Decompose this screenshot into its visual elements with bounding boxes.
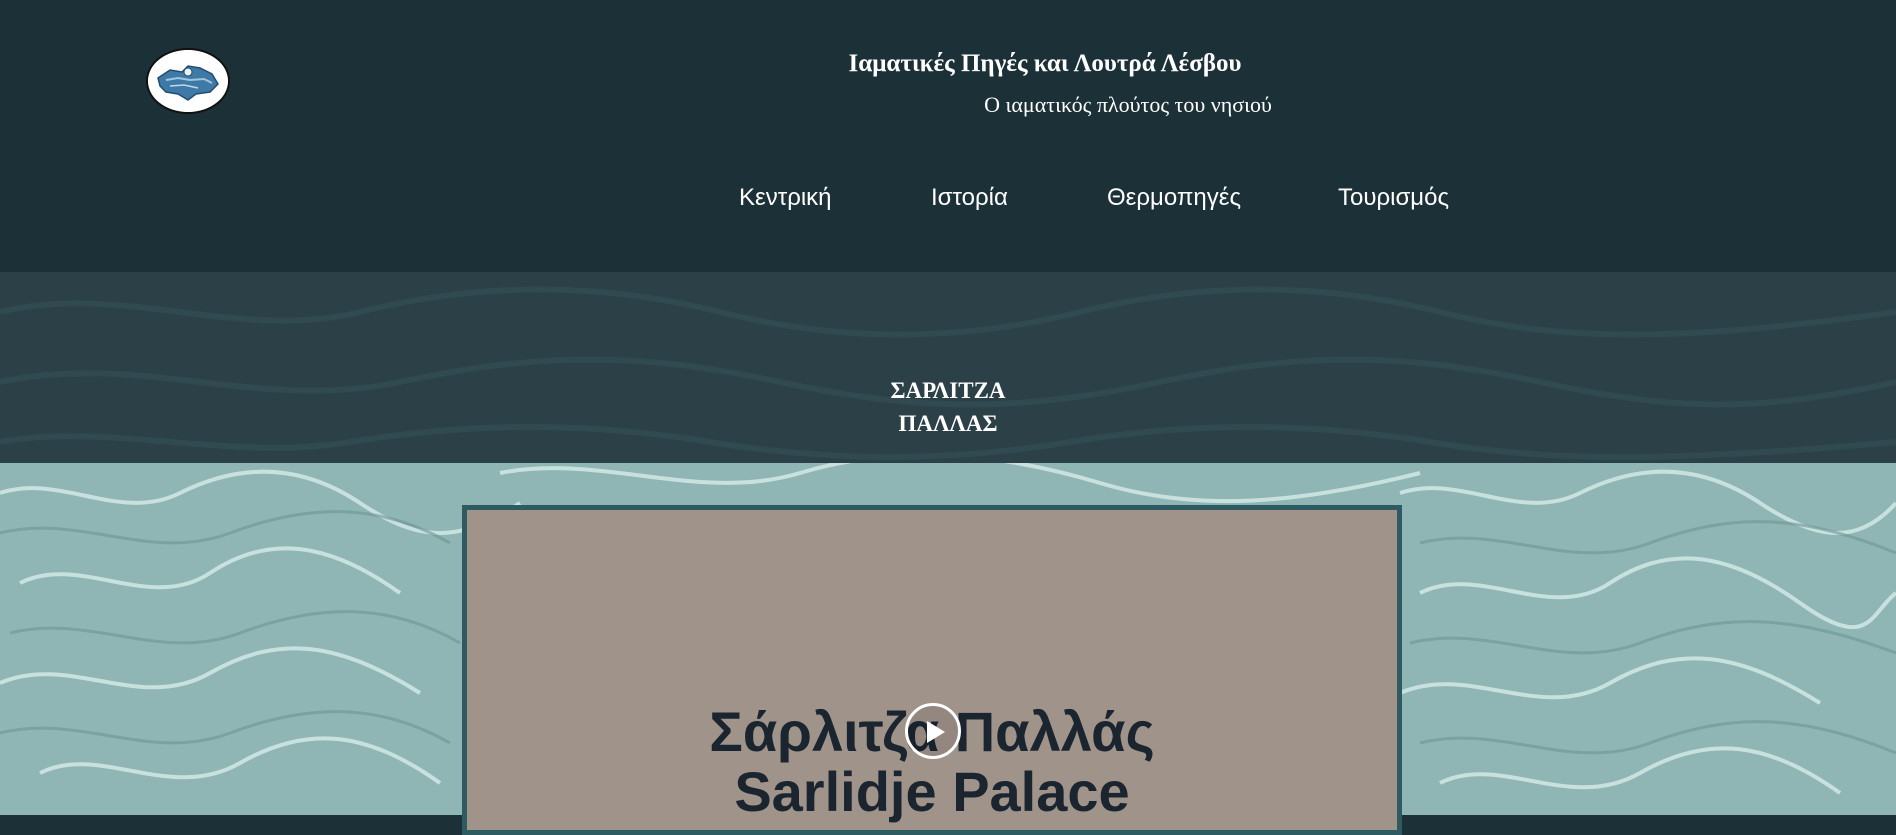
nav-item-home[interactable]: Κεντρική xyxy=(739,184,832,212)
site-subtitle: Ο ιαματικός πλούτος του νησιού xyxy=(984,92,1272,117)
section-title-line1: ΣΑΡΛΙΤΖΑ xyxy=(890,378,1006,403)
nav-item-hot-springs[interactable]: Θερμοπηγές xyxy=(1107,184,1241,212)
play-button[interactable] xyxy=(905,703,961,759)
site-header: Ιαματικές Πηγές και Λουτρά Λέσβου Ο ιαμα… xyxy=(0,0,1896,272)
nav-item-history[interactable]: Ιστορία xyxy=(931,184,1008,212)
video-title-line2: Sarlidje Palace xyxy=(734,760,1130,823)
video-player[interactable]: Σάρλιτζα Παλλάς Sarlidje Palace xyxy=(462,505,1402,835)
page-title-band: ΣΑΡΛΙΤΖΑ ΠΑΛΛΑΣ xyxy=(0,272,1896,463)
site-title: Ιαματικές Πηγές και Λουτρά Λέσβου xyxy=(848,50,1242,77)
section-title: ΣΑΡΛΙΤΖΑ ΠΑΛΛΑΣ xyxy=(0,374,1896,440)
nav-item-tourism[interactable]: Τουρισμός xyxy=(1338,184,1449,212)
play-icon xyxy=(927,721,945,743)
section-title-line2: ΠΑΛΛΑΣ xyxy=(898,411,998,436)
